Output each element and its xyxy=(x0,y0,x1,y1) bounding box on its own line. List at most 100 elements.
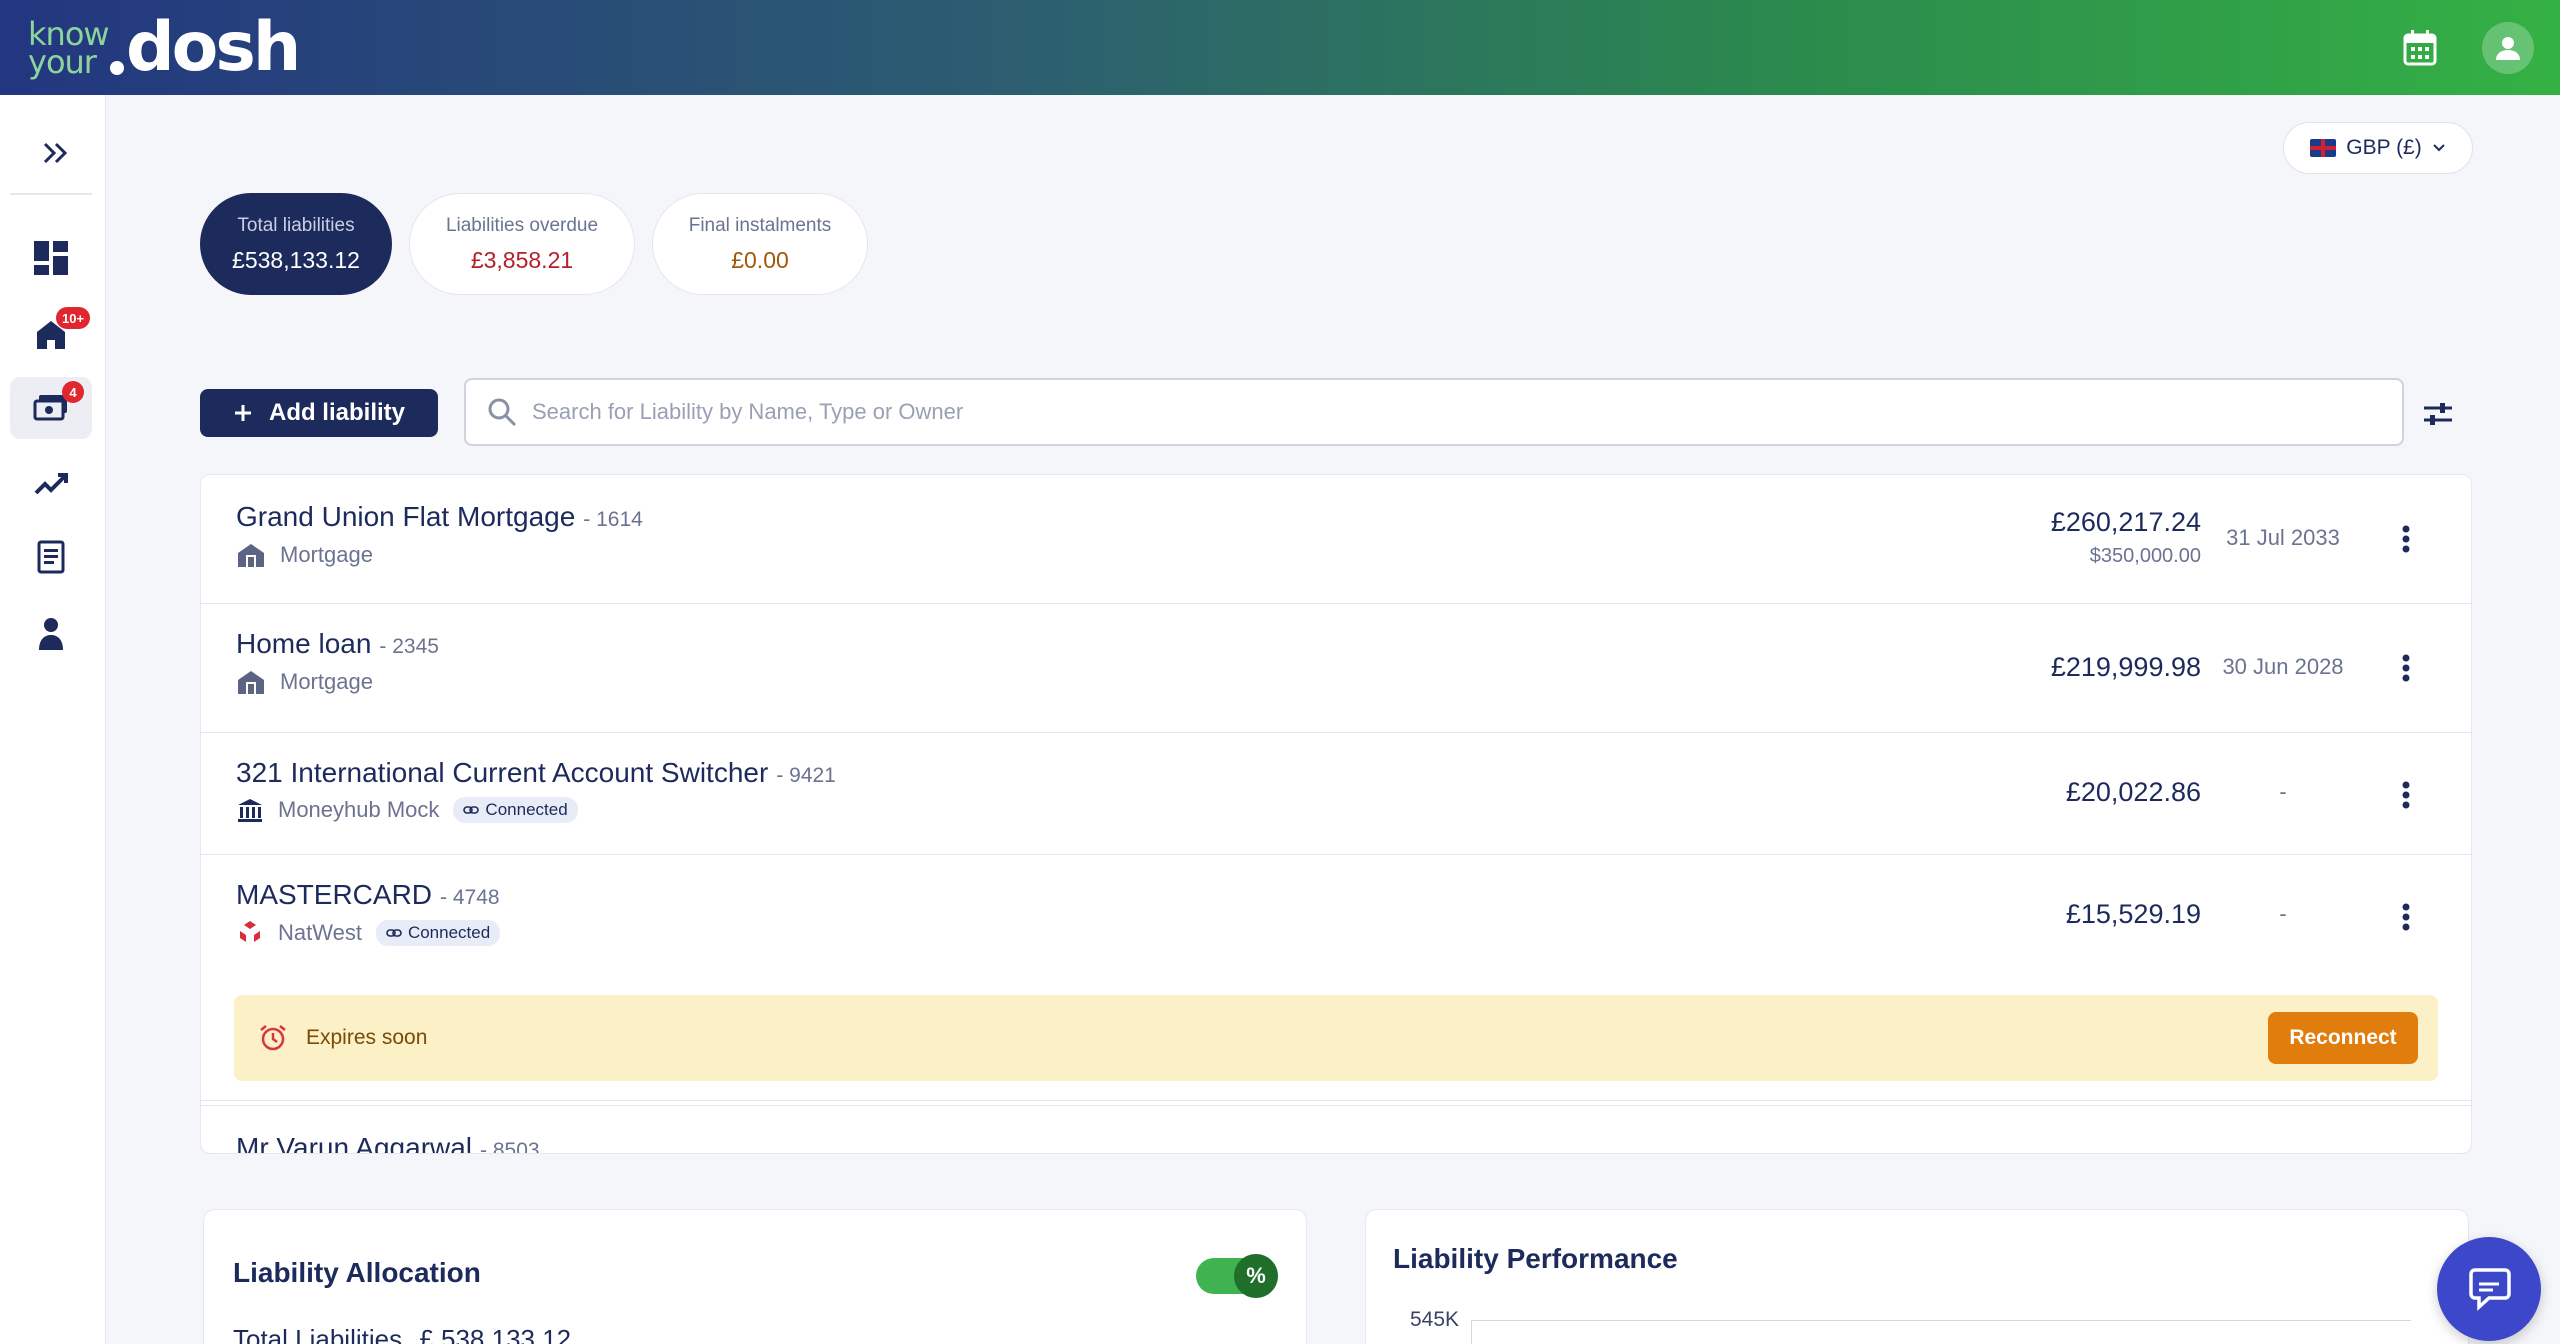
brand-logo[interactable]: know your dosh xyxy=(28,0,301,95)
expiry-text: Expires soon xyxy=(306,1026,428,1049)
mortgage-icon xyxy=(238,544,264,567)
allocation-total: Total Liabilities £ 538,133.12 xyxy=(233,1324,571,1344)
row-menu-button[interactable] xyxy=(2391,519,2421,559)
summary-liabilities-overdue[interactable]: Liabilities overdue £3,858.21 xyxy=(409,193,635,295)
uk-flag-icon xyxy=(2310,139,2337,157)
sidebar: 10+ 4 xyxy=(0,95,106,1344)
sidebar-item-performance[interactable] xyxy=(10,453,92,515)
liability-title: Grand Union Flat Mortgage xyxy=(236,501,576,532)
top-bar: know your dosh xyxy=(0,0,2560,95)
connected-label: Connected xyxy=(485,800,568,819)
liability-row[interactable]: 321 International Current Account Switch… xyxy=(201,733,2471,855)
liability-provider: Moneyhub Mock Connected xyxy=(236,797,578,823)
liability-amount: £15,529.19 xyxy=(2065,899,2201,929)
connected-badge: Connected xyxy=(375,920,501,946)
more-vertical-icon xyxy=(2402,903,2410,931)
row-menu-button[interactable] xyxy=(2391,775,2421,815)
liability-row[interactable]: Mr Varun Aggarwal - 8503 xyxy=(201,1105,2471,1154)
summary-value: £3,858.21 xyxy=(470,246,574,273)
allocation-total-value: £ 538,133.12 xyxy=(419,1324,572,1344)
dashboard-icon xyxy=(34,241,68,275)
liability-name: Mr Varun Aggarwal - 8503 xyxy=(236,1132,540,1154)
property-badge: 10+ xyxy=(56,307,91,329)
liability-performance-card: Liability Performance 545K xyxy=(1365,1209,2469,1344)
link-icon xyxy=(463,806,480,814)
liability-date: 30 Jun 2028 xyxy=(2222,654,2344,679)
liabilities-badge: 4 xyxy=(62,381,84,403)
liability-amount: £260,217.24 xyxy=(2050,507,2201,537)
search-input[interactable] xyxy=(532,399,2402,425)
liability-number: - 4748 xyxy=(440,886,500,909)
connected-label: Connected xyxy=(407,923,491,942)
calendar-icon[interactable] xyxy=(2394,22,2446,74)
currency-selector[interactable]: GBP (£) xyxy=(2283,122,2473,174)
summary-total-liabilities[interactable]: Total liabilities £538,133.12 xyxy=(200,193,392,295)
liability-number: - 9421 xyxy=(776,764,836,787)
liability-title: Mr Varun Aggarwal xyxy=(236,1132,473,1154)
liabilities-list: Grand Union Flat Mortgage - 1614 Mortgage… xyxy=(200,474,2472,1154)
chevron-down-icon xyxy=(2433,144,2445,152)
connected-badge: Connected xyxy=(453,797,578,823)
summary-label: Total liabilities xyxy=(237,214,355,236)
liability-number: - 2345 xyxy=(379,635,439,658)
reconnect-button[interactable]: Reconnect xyxy=(2268,1012,2418,1064)
add-liability-button[interactable]: Add liability xyxy=(200,389,438,437)
liability-row[interactable]: Grand Union Flat Mortgage - 1614 Mortgage… xyxy=(201,475,2471,604)
sidebar-item-reports[interactable] xyxy=(10,527,92,589)
liability-title: MASTERCARD xyxy=(236,879,433,910)
search-bar xyxy=(464,378,2404,446)
sidebar-item-dashboard[interactable] xyxy=(10,227,92,289)
y-axis-top-label: 545K xyxy=(1410,1308,1460,1331)
document-icon xyxy=(37,540,65,574)
toggle-knob: % xyxy=(1234,1254,1278,1298)
liability-title: Home loan xyxy=(236,628,372,659)
expiry-banner: Expires soon Reconnect xyxy=(234,995,2438,1081)
search-icon xyxy=(488,398,517,427)
currency-label: GBP (£) xyxy=(2346,136,2422,159)
more-vertical-icon xyxy=(2402,654,2410,682)
add-liability-label: Add liability xyxy=(268,399,405,426)
chat-button[interactable] xyxy=(2437,1237,2541,1341)
liability-amount: £219,999.98 xyxy=(2050,652,2201,682)
sidebar-divider xyxy=(10,193,92,195)
user-avatar[interactable] xyxy=(2482,21,2534,74)
liability-name: 321 International Current Account Switch… xyxy=(236,757,836,789)
sliders-icon xyxy=(2424,403,2452,425)
filter-button[interactable] xyxy=(2418,394,2458,434)
liability-date: - xyxy=(2279,779,2287,804)
trend-icon xyxy=(34,473,68,495)
liability-name: Grand Union Flat Mortgage - 1614 xyxy=(236,501,643,533)
person-icon xyxy=(39,618,63,650)
percentage-toggle[interactable]: % xyxy=(1196,1254,1278,1298)
plus-icon xyxy=(234,405,251,421)
liability-title: 321 International Current Account Switch… xyxy=(236,757,769,788)
liability-type: Mortgage xyxy=(236,541,373,569)
sidebar-item-advisor[interactable] xyxy=(10,603,92,665)
summary-final-instalments[interactable]: Final instalments £0.00 xyxy=(652,193,868,295)
logo-small-text: know your xyxy=(28,14,110,81)
sidebar-item-liabilities[interactable]: 4 xyxy=(10,377,92,439)
logo-wordmark: dosh xyxy=(126,8,301,87)
liability-type-label: Mortgage xyxy=(280,669,373,694)
liability-type: Mortgage xyxy=(236,668,373,696)
expand-sidebar-button[interactable] xyxy=(38,135,74,171)
liability-name: Home loan - 2345 xyxy=(236,628,439,660)
summary-value: £538,133.12 xyxy=(232,246,360,273)
natwest-logo-icon xyxy=(240,921,260,942)
mortgage-icon xyxy=(238,671,264,694)
row-menu-button[interactable] xyxy=(2391,648,2421,688)
liability-original-amount: $350,000.00 xyxy=(2089,545,2201,567)
liability-provider-label: Moneyhub Mock xyxy=(278,797,440,822)
user-icon xyxy=(2496,36,2520,60)
liability-provider: NatWest Connected xyxy=(236,919,501,947)
liability-name: MASTERCARD - 4748 xyxy=(236,879,500,911)
more-vertical-icon xyxy=(2402,525,2410,553)
bank-icon xyxy=(238,799,262,822)
sidebar-item-property[interactable]: 10+ xyxy=(10,303,92,365)
summary-label: Final instalments xyxy=(688,214,832,236)
liability-row[interactable]: Home loan - 2345 Mortgage £219,999.98 30 … xyxy=(201,604,2471,733)
summary-value: £0.00 xyxy=(731,246,789,273)
row-menu-button[interactable] xyxy=(2391,897,2421,937)
liability-type-label: Mortgage xyxy=(280,542,373,567)
more-vertical-icon xyxy=(2402,781,2410,809)
